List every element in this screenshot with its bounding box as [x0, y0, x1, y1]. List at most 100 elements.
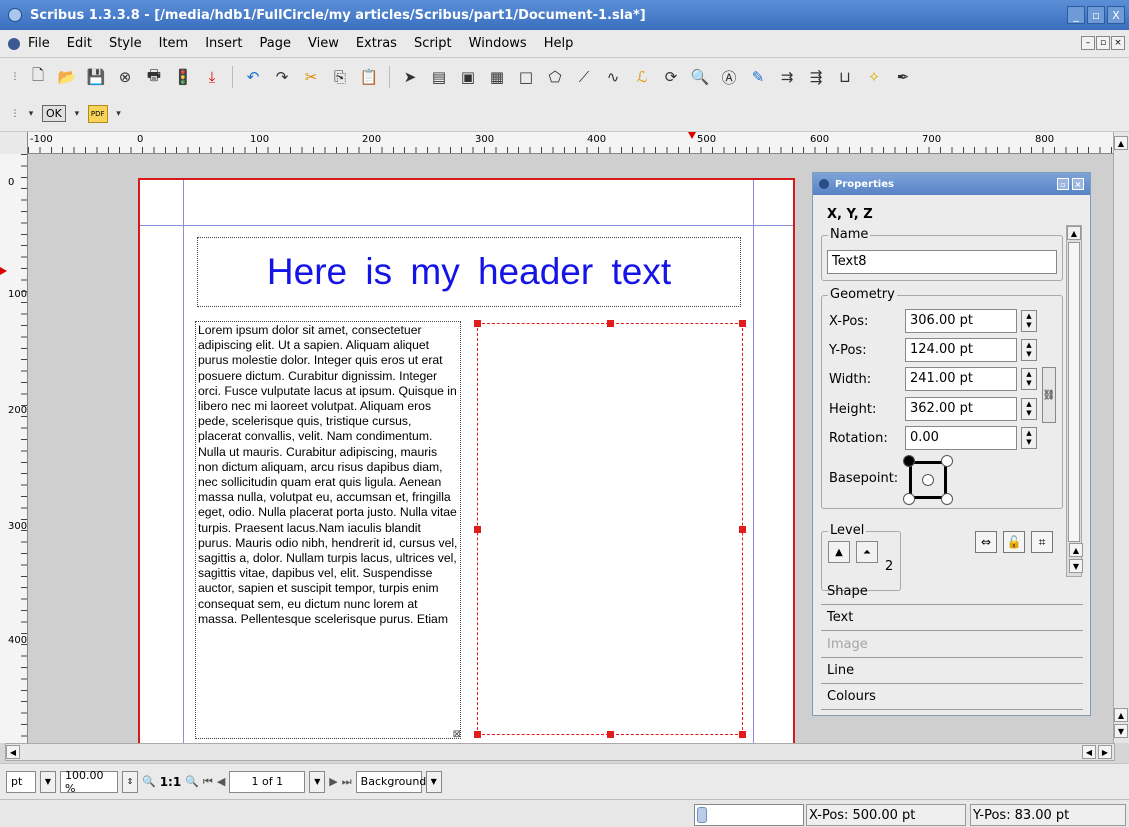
menu-windows[interactable]: Windows	[469, 36, 527, 51]
freehand-icon[interactable]: ℒ	[631, 66, 653, 88]
menu-extras[interactable]: Extras	[356, 36, 397, 51]
section-line[interactable]: Line	[821, 658, 1083, 684]
layer-select[interactable]: Background	[355, 770, 426, 793]
maximize-button[interactable]: ▫	[1087, 6, 1105, 24]
palette-close-button[interactable]: ×	[1072, 178, 1084, 190]
first-page-icon[interactable]: ⏮	[203, 775, 213, 789]
scroll-left-icon[interactable]: ◀	[1082, 745, 1096, 759]
document-page[interactable]: Here is my header text Lorem ipsum dolor…	[138, 178, 795, 743]
line-icon[interactable]: ⟋	[573, 66, 595, 88]
resize-handle[interactable]	[739, 320, 746, 327]
name-field[interactable]: Text8	[827, 250, 1057, 274]
edit-text-icon[interactable]: ✎	[747, 66, 769, 88]
xpos-stepper-icon[interactable]: ▲ ▼	[1021, 310, 1037, 332]
ypos-field[interactable]: 124.00 pt	[905, 338, 1017, 362]
mdi-restore-button[interactable]: ▫	[1096, 36, 1110, 50]
new-document-icon[interactable]: 🗋	[27, 66, 49, 88]
menu-script[interactable]: Script	[414, 36, 452, 51]
previous-page-icon[interactable]: ◀	[217, 775, 225, 788]
zoom-in-icon[interactable]: 🔍	[185, 775, 199, 788]
menu-style[interactable]: Style	[109, 36, 142, 51]
copy-icon[interactable]: ⎘	[329, 66, 351, 88]
section-text[interactable]: Text	[821, 605, 1083, 631]
rotation-field[interactable]: 0.00	[905, 426, 1017, 450]
lock-icon[interactable]: 🔓	[1003, 531, 1025, 553]
rotation-stepper-icon[interactable]: ▲ ▼	[1021, 427, 1037, 449]
width-stepper-icon[interactable]: ▲ ▼	[1021, 368, 1037, 390]
link-frames-icon[interactable]: ⇉	[776, 66, 798, 88]
last-page-icon[interactable]: ⏭	[342, 775, 352, 789]
basepoint-center[interactable]	[922, 474, 934, 486]
mdi-close-button[interactable]: ×	[1111, 36, 1125, 50]
close-document-icon[interactable]: ⊗	[114, 66, 136, 88]
redo-icon[interactable]: ↷	[271, 66, 293, 88]
size-lock-icon[interactable]: ⌗	[1031, 531, 1053, 553]
menu-help[interactable]: Help	[544, 36, 574, 51]
scroll-up-icon[interactable]: ▲	[1069, 543, 1083, 557]
scroll-up-icon[interactable]: ▲	[1114, 136, 1128, 150]
menu-file[interactable]: File	[28, 36, 50, 51]
body-text-frame[interactable]: Lorem ipsum dolor sit amet, consectetuer…	[195, 321, 461, 739]
width-field[interactable]: 241.00 pt	[905, 367, 1017, 391]
shape-icon[interactable]: □	[515, 66, 537, 88]
print-icon[interactable]: 🖶	[143, 66, 165, 88]
cut-icon[interactable]: ✂	[300, 66, 322, 88]
basepoint-top-left[interactable]	[903, 455, 915, 467]
height-field[interactable]: 362.00 pt	[905, 397, 1017, 421]
horizontal-scrollbar[interactable]: ◀ ◀ ▶	[5, 743, 1115, 761]
dropdown-arrow-icon[interactable]: ▾	[72, 103, 82, 125]
tab-xyz[interactable]: X, Y, Z	[827, 207, 873, 222]
link-dimensions-icon[interactable]: ⛓	[1042, 367, 1056, 423]
menu-item[interactable]: Item	[159, 36, 189, 51]
zoom-field[interactable]: 100.00 %	[60, 769, 118, 795]
page-dropdown-icon[interactable]: ▼	[309, 770, 326, 793]
zoom-dropdown-icon[interactable]: ▼	[40, 770, 56, 793]
table-icon[interactable]: ▦	[486, 66, 508, 88]
eyedropper-icon[interactable]: ✒	[892, 66, 914, 88]
vertical-scrollbar[interactable]: ▲ ▲ ▼	[1113, 132, 1129, 743]
next-page-icon[interactable]: ▶	[329, 775, 337, 788]
unlink-frames-icon[interactable]: ⇶	[805, 66, 827, 88]
scroll-up-icon[interactable]: ▲	[1067, 226, 1081, 240]
scroll-thumb[interactable]	[1068, 242, 1080, 542]
menu-insert[interactable]: Insert	[205, 36, 242, 51]
minimize-button[interactable]: _	[1067, 6, 1085, 24]
copy-properties-icon[interactable]: ✧	[863, 66, 885, 88]
pdf-checkbox-button[interactable]: OK	[42, 105, 66, 122]
resize-handle[interactable]	[474, 526, 481, 533]
scroll-down-icon[interactable]: ▼	[1069, 559, 1083, 573]
pdf-tools-button[interactable]: PDF	[87, 104, 108, 123]
resize-handle[interactable]	[739, 731, 746, 738]
raise-item-icon[interactable]: ▲	[828, 541, 850, 563]
paste-icon[interactable]: 📋	[358, 66, 380, 88]
dropdown-arrow-icon[interactable]: ▾	[114, 103, 124, 125]
menu-view[interactable]: View	[308, 36, 339, 51]
basepoint-selector[interactable]	[903, 455, 953, 505]
section-shape[interactable]: Shape	[821, 579, 1083, 605]
mdi-minimize-button[interactable]: –	[1081, 36, 1095, 50]
xpos-field[interactable]: 306.00 pt	[905, 309, 1017, 333]
layer-dropdown-icon[interactable]: ▼	[425, 770, 442, 793]
edit-contents-icon[interactable]: Ⓐ	[718, 66, 740, 88]
text-frame-icon[interactable]: ▤	[428, 66, 450, 88]
preflight-icon[interactable]: 🚦	[172, 66, 194, 88]
zoom-stepper-icon[interactable]: ⇕	[122, 770, 138, 793]
page-select[interactable]: 1 of 1	[229, 770, 306, 793]
resize-handle[interactable]	[739, 526, 746, 533]
resize-handle[interactable]	[607, 320, 614, 327]
ypos-stepper-icon[interactable]: ▲ ▼	[1021, 339, 1037, 361]
open-folder-icon[interactable]: 📂	[56, 66, 78, 88]
menu-edit[interactable]: Edit	[67, 36, 92, 51]
zoom-1to1-button[interactable]: 1:1	[160, 775, 182, 789]
flip-horizontal-icon[interactable]: ⇔	[975, 531, 997, 553]
selected-text-frame[interactable]	[474, 320, 746, 738]
close-button[interactable]: X	[1107, 6, 1125, 24]
image-frame-icon[interactable]: ▣	[457, 66, 479, 88]
document-menu-icon[interactable]	[8, 37, 20, 50]
header-text-frame[interactable]: Here is my header text	[197, 237, 741, 307]
scroll-left-icon[interactable]: ◀	[6, 745, 20, 759]
dropdown-arrow-icon[interactable]: ▾	[26, 103, 36, 125]
resize-handle[interactable]	[474, 731, 481, 738]
properties-title-bar[interactable]: Properties ▫ ×	[813, 173, 1090, 195]
palette-shade-button[interactable]: ▫	[1057, 178, 1069, 190]
